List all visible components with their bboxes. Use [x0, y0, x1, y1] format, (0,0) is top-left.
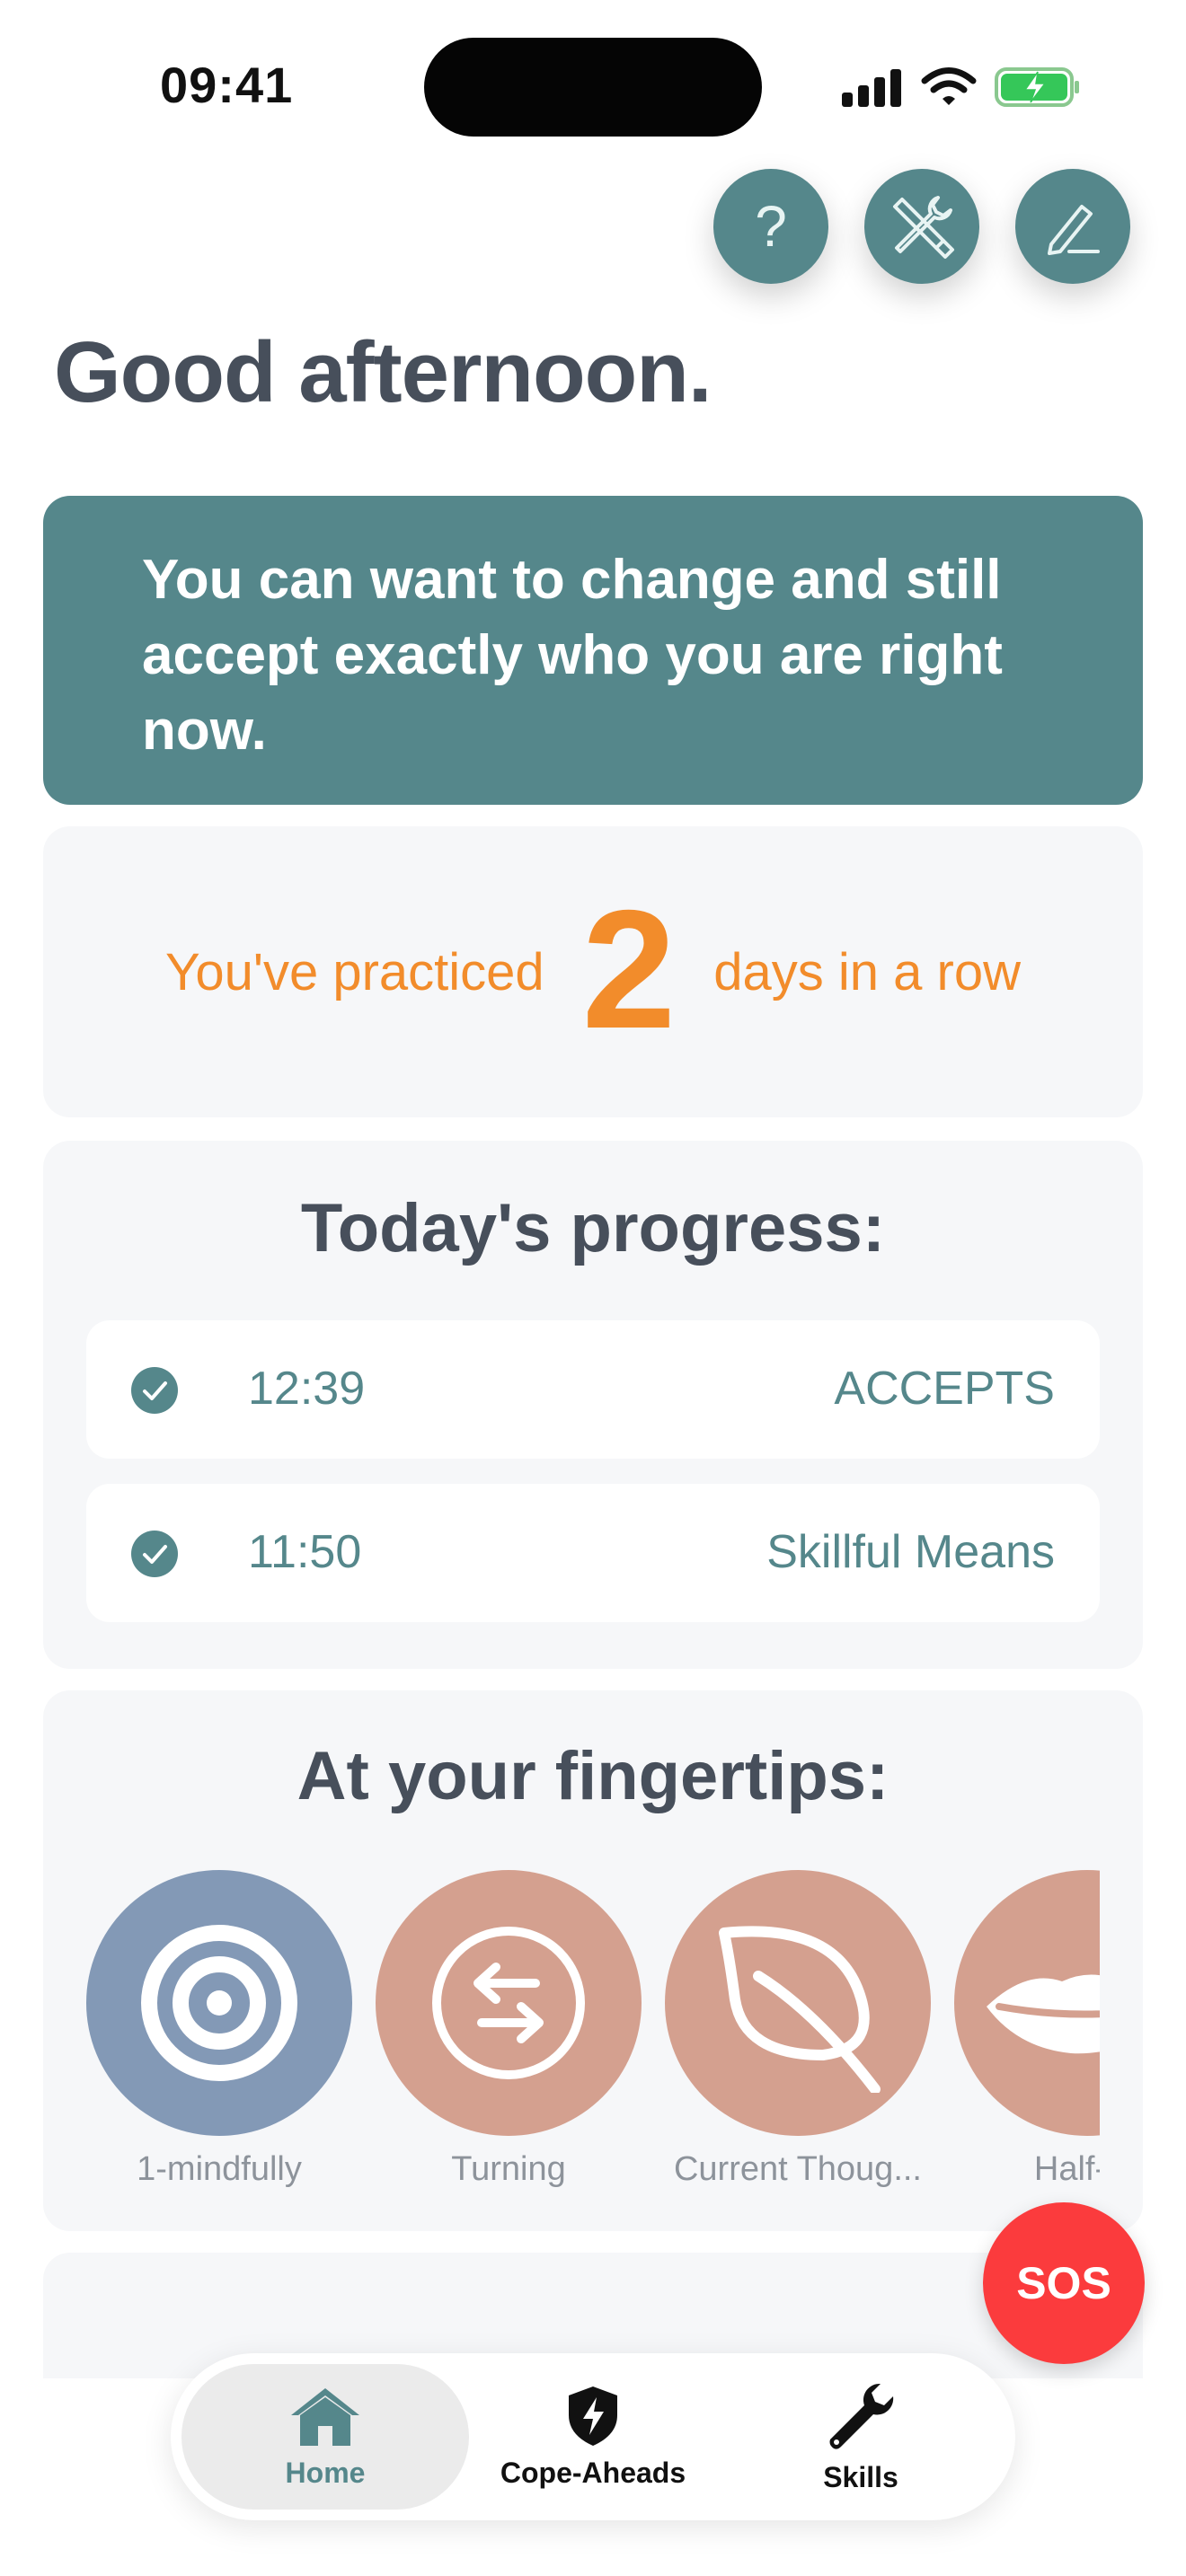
quote-card[interactable]: You can want to change and still accept …	[43, 496, 1143, 805]
tip-item-turning[interactable]: Turning	[376, 1870, 642, 2189]
fingertips-carousel[interactable]: 1-mindfully Turning Current Thoug... Hal…	[86, 1870, 1100, 2229]
progress-row[interactable]: 11:50 Skillful Means	[86, 1484, 1100, 1622]
fingertips-title: At your fingertips:	[296, 1738, 890, 1814]
tab-home[interactable]: Home	[181, 2364, 469, 2510]
shield-bolt-icon	[569, 2386, 617, 2446]
streak-count: 2	[581, 875, 677, 1063]
status-time: 09:41	[160, 57, 294, 113]
progress-card: Today's progress: 12:39 ACCEPTS 11:50 Sk…	[43, 1141, 1143, 1669]
tab-label: Skills	[823, 2460, 898, 2493]
tip-label: 1-mindfully	[137, 2150, 302, 2188]
tip-circle	[376, 1870, 642, 2136]
progress-title: Today's progress:	[300, 1190, 886, 1266]
progress-time: 12:39	[248, 1363, 366, 1415]
check-circle-icon	[131, 1367, 178, 1414]
tip-label: Half-Sr	[1033, 2150, 1100, 2188]
streak-card: You've practiced 2 days in a row	[43, 826, 1143, 1117]
progress-time: 11:50	[248, 1526, 362, 1578]
tip-item-current-thoughts[interactable]: Current Thoug...	[665, 1870, 931, 2189]
tip-label: Turning	[451, 2150, 566, 2188]
streak-suffix: days in a row	[713, 942, 1021, 1001]
wifi-icon	[921, 67, 977, 105]
battery-charging-icon	[995, 67, 1079, 107]
lips-icon	[987, 1974, 1100, 2054]
streak-prefix: You've practiced	[165, 942, 544, 1001]
tab-label: Cope-Aheads	[500, 2456, 686, 2489]
cellular-signal-icon	[842, 69, 901, 107]
edit-button[interactable]	[1015, 169, 1130, 284]
status-icons	[840, 63, 1081, 111]
tab-skills[interactable]: Skills	[717, 2364, 1005, 2510]
fingertips-card: At your fingertips: 1-mindfully Turning …	[43, 1690, 1143, 2231]
tab-cope-aheads[interactable]: Cope-Aheads	[449, 2364, 737, 2510]
tip-circle	[665, 1870, 931, 2136]
tip-label: Current Thoug...	[673, 2150, 922, 2188]
tip-circle	[954, 1870, 1100, 2136]
tools-button[interactable]	[864, 169, 979, 284]
question-mark-icon: ?	[755, 194, 787, 259]
swap-arrows-icon	[432, 1927, 585, 2079]
dynamic-island	[424, 38, 762, 137]
tip-item-1-mindfully[interactable]: 1-mindfully	[86, 1870, 352, 2189]
sos-button[interactable]: SOS	[983, 2202, 1145, 2364]
progress-skill: ACCEPTS	[834, 1363, 1055, 1415]
progress-skill: Skillful Means	[766, 1526, 1055, 1578]
tip-item-half-smile[interactable]: Half-Sr	[954, 1870, 1100, 2189]
tab-bar: Home Cope-Aheads Skills	[171, 2353, 1015, 2520]
help-button[interactable]: ?	[713, 169, 828, 284]
tab-label: Home	[285, 2456, 366, 2489]
quote-text: You can want to change and still accept …	[142, 549, 1003, 762]
check-circle-icon	[131, 1531, 178, 1577]
tip-circle	[86, 1870, 352, 2136]
progress-row[interactable]: 12:39 ACCEPTS	[86, 1320, 1100, 1459]
home-icon	[291, 2387, 359, 2446]
pencil-icon	[1048, 205, 1100, 255]
wrench-icon	[829, 2383, 894, 2449]
leaf-icon	[719, 1926, 881, 2093]
greeting-title: Good afternoon.	[54, 324, 712, 420]
tools-icon	[893, 196, 954, 259]
target-icon	[141, 1925, 297, 2081]
